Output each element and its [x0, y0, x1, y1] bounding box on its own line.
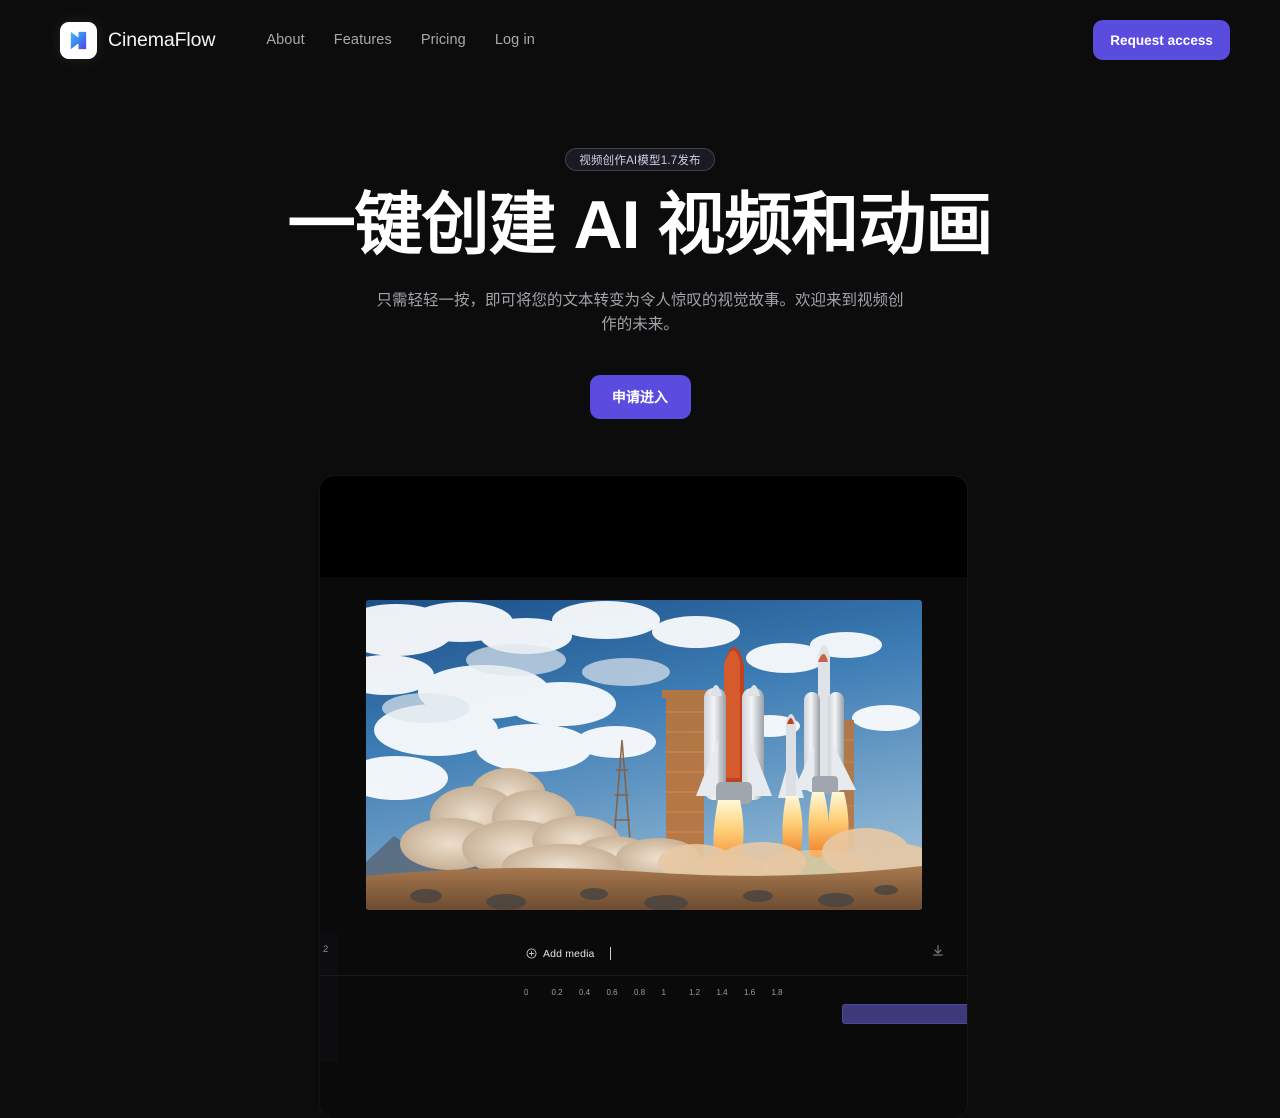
- ruler-tick: 0: [524, 988, 529, 997]
- apply-access-button[interactable]: 申请进入: [589, 375, 691, 420]
- site-header: CinemaFlow About Features Pricing Log in…: [0, 0, 1280, 80]
- brand-logo-link[interactable]: CinemaFlow: [60, 21, 216, 59]
- timeline-clip[interactable]: [842, 1004, 967, 1024]
- add-media-label: Add media: [543, 947, 595, 960]
- rocket-launch-illustration: [365, 599, 922, 910]
- brand-name: CinemaFlow: [108, 28, 216, 51]
- ruler-tick: 0.8: [634, 988, 646, 997]
- ruler-tick: 1: [661, 988, 666, 997]
- ruler-tick: 1.2: [689, 988, 701, 997]
- mockup-topbar: [320, 476, 967, 577]
- nav-link-about[interactable]: About: [266, 32, 304, 48]
- add-media-button[interactable]: Add media: [526, 947, 611, 960]
- product-mockup: 2 Add media 0 0.2 0.4 0.6 0.8 1 1.2 1.4 …: [320, 476, 967, 1118]
- main-nav: About Features Pricing Log in: [266, 32, 535, 48]
- hero-subtitle: 只需轻轻一按，即可将您的文本转变为令人惊叹的视觉故事。欢迎来到视频创作的未来。: [376, 292, 904, 334]
- ruler-tick: 0.6: [606, 988, 618, 997]
- mockup-footer: [320, 1062, 967, 1118]
- nav-link-pricing[interactable]: Pricing: [421, 32, 466, 48]
- release-badge[interactable]: 视频创作AI模型1.7发布: [565, 148, 715, 171]
- page-title: 一键创建 AI 视频和动画: [287, 187, 994, 263]
- video-preview-stage: [320, 577, 967, 932]
- bowtie-icon: [70, 31, 87, 49]
- plus-circle-icon: [526, 948, 537, 959]
- hero-section: 视频创作AI模型1.7发布 一键创建 AI 视频和动画 只需轻轻一按，即可将您的…: [0, 80, 1280, 420]
- download-glyph: [933, 945, 943, 956]
- rocket-launch-preview-image: [365, 599, 922, 910]
- editor-toolbar: 2 Add media: [320, 932, 967, 976]
- nav-link-features[interactable]: Features: [334, 32, 392, 48]
- cinemaflow-bowtie-logo-icon: [60, 21, 97, 59]
- ruler-tick: 0.2: [551, 988, 563, 997]
- ruler-tick: 0.4: [579, 988, 591, 997]
- ruler-tick: 1.4: [716, 988, 728, 997]
- nav-link-log-in[interactable]: Log in: [495, 32, 535, 48]
- request-access-button[interactable]: Request access: [1093, 20, 1230, 60]
- track-number-label: 2: [323, 944, 329, 955]
- ruler-tick: 1.8: [771, 988, 783, 997]
- download-icon[interactable]: [931, 944, 945, 963]
- ruler-tick: 1.6: [744, 988, 756, 997]
- text-cursor: [609, 947, 611, 960]
- timeline-ruler[interactable]: 0 0.2 0.4 0.6 0.8 1 1.2 1.4 1.6 1.8: [320, 976, 967, 997]
